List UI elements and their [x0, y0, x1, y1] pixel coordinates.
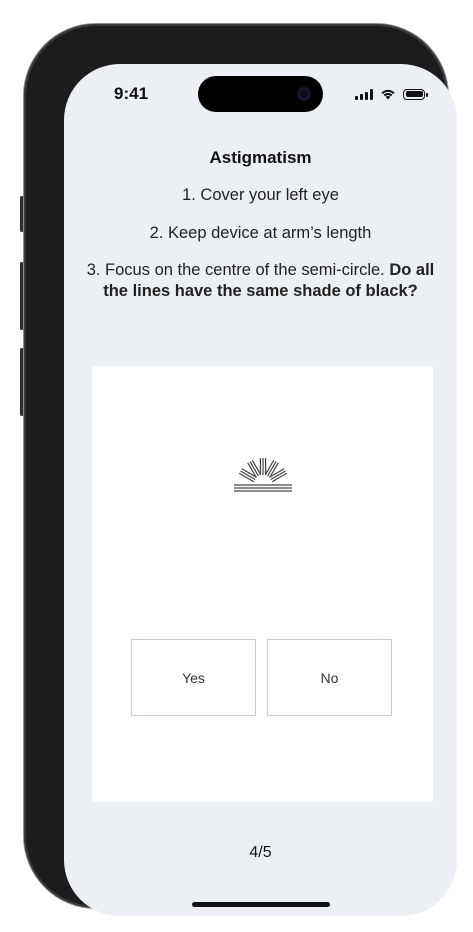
- astigmatism-sunburst-icon: [234, 458, 292, 492]
- instruction-step-1: 1. Cover your left eye: [182, 186, 339, 204]
- instruction-step-3: 3. Focus on the centre of the semi-circl…: [84, 260, 437, 302]
- wifi-icon: [381, 89, 395, 100]
- phone-frame: 9:41 Astigmatism 1. Cover your left eye …: [24, 24, 457, 916]
- no-button[interactable]: No: [267, 639, 392, 716]
- yes-button[interactable]: Yes: [131, 639, 256, 716]
- instruction-step-2: 2. Keep device at arm’s length: [149, 224, 372, 242]
- instruction-step-3-text: 3. Focus on the centre of the semi-circl…: [86, 261, 390, 279]
- progress-indicator: 4/5: [249, 844, 272, 861]
- dynamic-island: [198, 76, 323, 112]
- status-icons: [355, 88, 428, 100]
- cellular-signal-icon: [355, 88, 373, 100]
- status-time: 9:41: [114, 84, 149, 103]
- page-title: Astigmatism: [209, 148, 312, 167]
- battery-icon: [403, 88, 428, 100]
- camera-icon: [297, 87, 311, 101]
- home-indicator[interactable]: [192, 902, 330, 907]
- screen: 9:41 Astigmatism 1. Cover your left eye …: [64, 64, 457, 916]
- test-card: Yes No: [92, 366, 433, 802]
